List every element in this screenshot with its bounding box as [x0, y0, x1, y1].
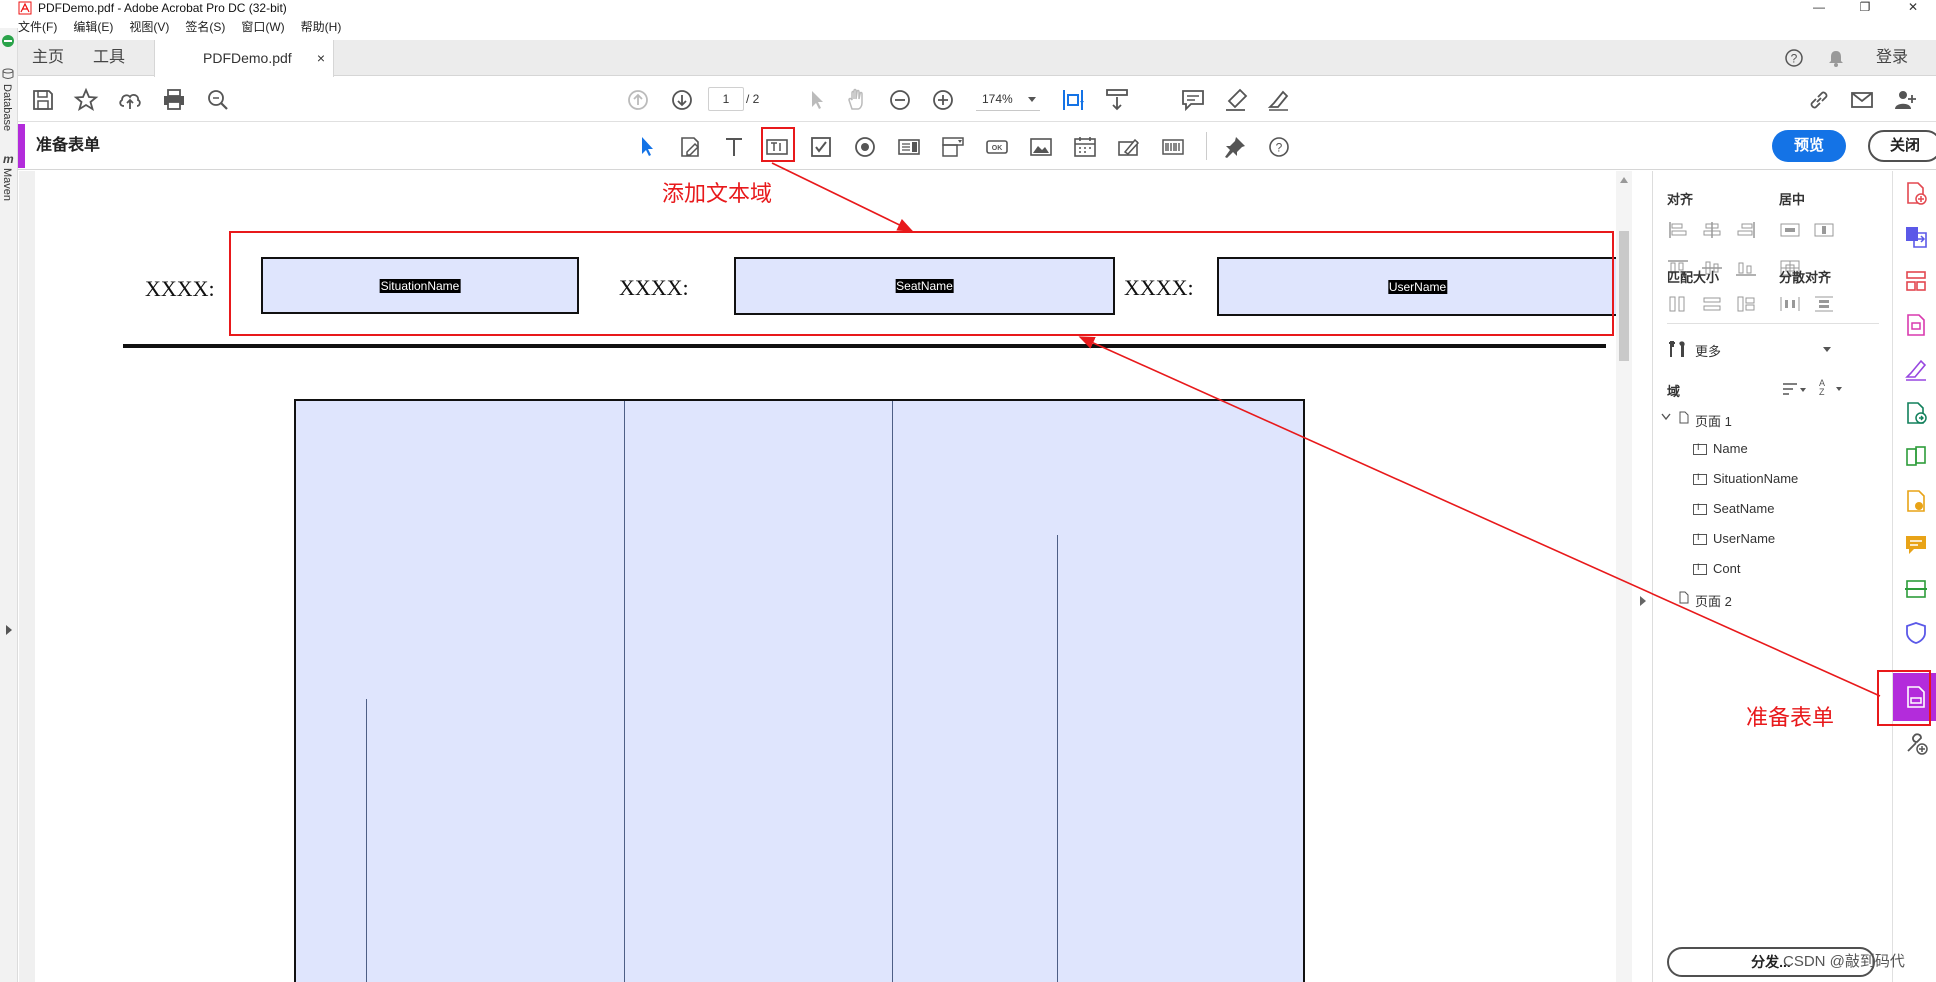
- csdn-watermark: CSDN @敲到码代: [1783, 953, 1905, 970]
- prepare-form-highlight-box: [1877, 670, 1931, 726]
- annotation-arrow-2: [1078, 336, 1881, 697]
- annotation-arrow-1: [771, 162, 914, 232]
- fields-highlight-box: [229, 231, 1614, 336]
- annotation-prepare-form: 准备表单: [1746, 705, 1835, 730]
- text-field-highlight-box: [761, 127, 795, 162]
- annotation-overlay: [229, 127, 1931, 726]
- annotation-add-text-field: 添加文本域: [662, 181, 773, 206]
